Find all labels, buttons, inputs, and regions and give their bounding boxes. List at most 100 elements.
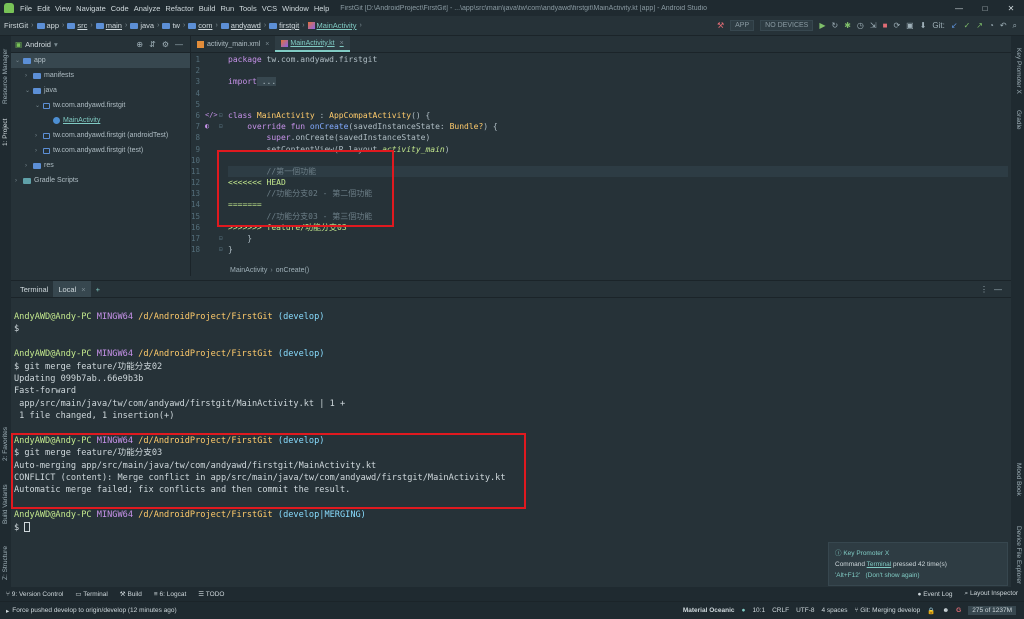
fold-icon[interactable]: ⊟	[219, 233, 223, 244]
indent-setting[interactable]: 4 spaces	[822, 607, 848, 614]
fold-icon[interactable]: ⊟	[219, 121, 223, 132]
menu-help[interactable]: Help	[314, 4, 329, 13]
hammer-icon[interactable]: ⚒	[717, 21, 724, 30]
tool-event-log[interactable]: ● Event Log	[917, 591, 952, 598]
tree-item[interactable]: ⌄ java	[11, 83, 190, 98]
attach-debugger-icon[interactable]: ⇲	[870, 21, 877, 30]
locate-icon[interactable]: ⊕	[136, 40, 143, 49]
menu-analyze[interactable]: Analyze	[134, 4, 161, 13]
inspector-icon[interactable]: ☻	[942, 607, 949, 614]
hide-icon[interactable]: —	[175, 40, 183, 49]
menu-navigate[interactable]: Navigate	[76, 4, 106, 13]
breadcrumb-class[interactable]: MainActivity	[230, 267, 267, 274]
menu-refactor[interactable]: Refactor	[165, 4, 193, 13]
dont-show-again-link[interactable]: (Don't show again)	[866, 572, 920, 579]
crumb-mainactivity[interactable]: MainActivity	[317, 21, 357, 30]
add-terminal-icon[interactable]: +	[91, 281, 105, 297]
fold-icon[interactable]: ⊟	[219, 244, 223, 255]
tool-tab-resource-manager[interactable]: Resource Manager	[2, 49, 9, 104]
tool-tab-favorites[interactable]: 2: Favorites	[2, 427, 9, 461]
google-icon[interactable]: G	[956, 607, 961, 614]
sync-icon[interactable]: ⟳	[893, 21, 900, 30]
close-icon[interactable]: ×	[81, 285, 85, 294]
tool-tab-build-variants[interactable]: Build Variants	[2, 484, 9, 524]
menu-code[interactable]: Code	[111, 4, 129, 13]
git-branch-status[interactable]: ⑂ Git: Merging develop	[855, 607, 921, 614]
menu-run[interactable]: Run	[220, 4, 234, 13]
crumb-app[interactable]: app	[47, 21, 60, 30]
profile-icon[interactable]: ◷	[857, 21, 864, 30]
search-icon[interactable]: ⌕	[1013, 21, 1017, 31]
minimize-button[interactable]: —	[946, 4, 972, 13]
stop-icon[interactable]: ■	[883, 21, 888, 30]
vcs-update-icon[interactable]: ↙	[951, 21, 958, 30]
lock-icon[interactable]: 🔒	[927, 607, 935, 615]
menu-vcs[interactable]: VCS	[262, 4, 277, 13]
menu-edit[interactable]: Edit	[37, 4, 50, 13]
notification-link[interactable]: Terminal	[867, 561, 892, 568]
menu-file[interactable]: File	[20, 4, 32, 13]
run-icon[interactable]: ▶	[819, 21, 825, 30]
tool-tab-structure[interactable]: Z: Structure	[2, 546, 9, 580]
sdk-manager-icon[interactable]: ⬇	[920, 21, 927, 30]
menu-tools[interactable]: Tools	[239, 4, 257, 13]
menu-build[interactable]: Build	[199, 4, 216, 13]
tree-item[interactable]: › res	[11, 158, 190, 173]
chevron-down-icon[interactable]: ▾	[54, 40, 58, 49]
close-icon[interactable]: ×	[265, 41, 269, 48]
crumb-tw[interactable]: tw	[172, 21, 180, 30]
crumb-java[interactable]: java	[140, 21, 154, 30]
chevron-right-icon[interactable]: ›	[25, 163, 33, 169]
crumb-com[interactable]: com	[198, 21, 212, 30]
rollback-icon[interactable]: ↶	[1000, 21, 1007, 30]
tab-activity-main-xml[interactable]: activity_main.xml ×	[191, 36, 275, 52]
caret-position[interactable]: 10:1	[752, 607, 765, 614]
tool-logcat[interactable]: ≡ 6: Logcat	[154, 591, 186, 598]
tree-item[interactable]: ⌄ tw.com.andyawd.firstgit	[11, 98, 190, 113]
maximize-button[interactable]: □	[972, 4, 998, 13]
rerun-icon[interactable]: ↻	[832, 21, 839, 30]
tree-item[interactable]: ⌄ app	[11, 53, 190, 68]
chevron-right-icon[interactable]: ›	[25, 73, 33, 79]
tree-item[interactable]: › tw.com.andyawd.firstgit (androidTest)	[11, 128, 190, 143]
class-marker-icon[interactable]: </>	[205, 110, 218, 121]
crumb-main[interactable]: main	[106, 21, 122, 30]
terminal-tab-local[interactable]: Local ×	[53, 281, 91, 297]
tool-tab-device-file-explorer[interactable]: Device File Explorer	[1015, 526, 1022, 584]
tool-terminal[interactable]: ▭ Terminal	[75, 590, 107, 598]
fold-icon[interactable]: ⊟	[219, 110, 223, 121]
status-message[interactable]: Force pushed develop to origin/develop (…	[12, 607, 176, 614]
tree-item[interactable]: › Gradle Scripts	[11, 173, 190, 188]
vcs-commit-icon[interactable]: ✓	[964, 21, 971, 30]
hide-icon[interactable]: —	[994, 285, 1002, 294]
crumb-project[interactable]: FirstGit	[4, 21, 28, 30]
tool-tab-mood-book[interactable]: Mood Book	[1015, 463, 1022, 496]
tool-tab-key-promoter[interactable]: Key Promoter X	[1015, 48, 1022, 94]
menu-view[interactable]: View	[55, 4, 71, 13]
gear-icon[interactable]: ⚙	[162, 40, 169, 49]
menu-window[interactable]: Window	[282, 4, 309, 13]
file-encoding[interactable]: UTF-8	[796, 607, 814, 614]
chevron-down-icon[interactable]: ⌄	[25, 87, 33, 94]
tool-build[interactable]: ⚒ Build	[120, 590, 142, 598]
tree-item[interactable]: › manifests	[11, 68, 190, 83]
view-mode-select[interactable]: Android	[25, 40, 51, 49]
breadcrumb-method[interactable]: onCreate()	[276, 267, 309, 274]
close-button[interactable]: ✕	[998, 4, 1024, 13]
debug-icon[interactable]: ✱	[844, 21, 851, 30]
tool-tab-gradle[interactable]: Gradle	[1015, 110, 1022, 130]
memory-indicator[interactable]: 275 of 1237M	[968, 606, 1016, 615]
device-select[interactable]: NO DEVICES	[760, 20, 814, 31]
tool-todo[interactable]: ☰ TODO	[198, 590, 224, 598]
avd-manager-icon[interactable]: ▣	[906, 21, 914, 30]
chevron-down-icon[interactable]: ⌄	[15, 57, 23, 64]
tool-version-control[interactable]: ⑂ 9: Version Control	[6, 591, 63, 598]
collapse-icon[interactable]: ⇵	[149, 40, 156, 49]
chevron-right-icon[interactable]: ›	[35, 148, 43, 154]
line-separator[interactable]: CRLF	[772, 607, 789, 614]
tool-tab-project[interactable]: 1: Project	[2, 119, 9, 146]
history-icon[interactable]: ◔	[989, 21, 994, 30]
close-icon[interactable]: ×	[340, 40, 344, 47]
tool-layout-inspector[interactable]: ⌕ Layout Inspector	[964, 590, 1018, 598]
more-icon[interactable]: ⋮	[980, 285, 988, 294]
